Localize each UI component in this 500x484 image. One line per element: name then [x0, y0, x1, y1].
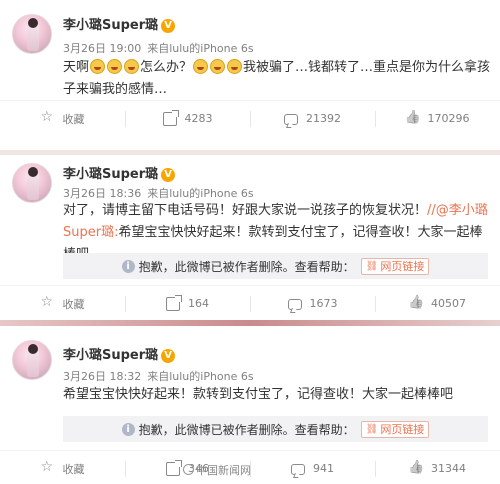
cry-emoji-icon — [90, 59, 106, 74]
comment-button[interactable]: 21392 — [250, 101, 375, 136]
link-icon: ⛓ — [365, 260, 379, 272]
weibo-post-3: 李小璐Super璐 V 3月26日 18:32 来自lulu的iPhone 6s 希… — [0, 326, 500, 484]
user-name[interactable]: 李小璐Super璐 V — [63, 14, 176, 33]
web-link-button[interactable]: ⛓ 网页链接 — [360, 257, 430, 275]
post-meta: 3月26日 18:36 来自lulu的iPhone 6s — [63, 185, 254, 201]
post-text: 希望宝宝快快好起来！款转到支付宝了，记得查收！大家一起棒棒吧 — [63, 387, 454, 402]
verified-badge-icon: V — [161, 168, 176, 182]
like-button[interactable]: 170296 — [375, 101, 500, 136]
cry-emoji-icon — [210, 59, 226, 74]
verified-badge-icon: V — [161, 19, 176, 33]
like-button[interactable]: 31344 — [375, 451, 500, 484]
post-source[interactable]: lulu的iPhone 6s — [169, 42, 253, 55]
user-name[interactable]: 李小璐Super璐 V — [63, 344, 176, 363]
action-bar: 收藏 164 1673 40507 — [0, 285, 500, 321]
post-time[interactable]: 3月26日 18:32 — [63, 370, 141, 383]
post-text: 天啊 怎么办？ 我被骗了…钱都转了…重点是你为什么拿孩子来骗我的感情… — [63, 59, 491, 97]
thumbs-up-icon — [409, 462, 423, 476]
weibo-post-1: 李小璐Super璐 V 3月26日 19:00 来自lulu的iPhone 6s 天… — [0, 0, 500, 150]
source-prefix: 来自 — [147, 187, 170, 200]
like-button[interactable]: 40507 — [375, 286, 500, 321]
watermark: 中国新闻网 — [183, 462, 251, 478]
link-icon: ⛓ — [365, 423, 379, 435]
comment-icon — [284, 114, 298, 125]
thumbs-up-icon — [406, 112, 420, 126]
cry-emoji-icon — [124, 59, 140, 74]
avatar[interactable] — [12, 163, 52, 203]
source-prefix: 来自 — [147, 42, 170, 55]
share-icon — [166, 294, 182, 311]
share-icon — [166, 459, 182, 476]
cry-emoji-icon — [193, 59, 209, 74]
share-button[interactable]: 4283 — [125, 101, 250, 136]
collect-button[interactable]: 收藏 — [0, 451, 125, 484]
post-meta: 3月26日 19:00 来自lulu的iPhone 6s — [63, 40, 254, 56]
web-link-button[interactable]: ⛓ 网页链接 — [360, 420, 430, 438]
share-icon — [162, 109, 179, 126]
action-bar: 收藏 4283 21392 170296 — [0, 100, 500, 136]
post-time[interactable]: 3月26日 18:36 — [63, 187, 141, 200]
comment-button[interactable]: 941 — [250, 451, 375, 484]
cry-emoji-icon — [107, 59, 123, 74]
post-source[interactable]: lulu的iPhone 6s — [169, 370, 253, 383]
user-name[interactable]: 李小璐Super璐 V — [63, 163, 176, 182]
info-icon: i — [121, 422, 135, 436]
source-prefix: 来自 — [147, 370, 170, 383]
comment-icon — [291, 464, 305, 475]
post-meta: 3月26日 18:32 来自lulu的iPhone 6s — [63, 368, 254, 384]
verified-badge-icon: V — [161, 349, 176, 363]
post-time[interactable]: 3月26日 19:00 — [63, 42, 141, 55]
weibo-post-2: 李小璐Super璐 V 3月26日 18:36 来自lulu的iPhone 6s 对… — [0, 155, 500, 320]
comment-icon — [287, 299, 302, 310]
avatar[interactable] — [12, 340, 52, 380]
comment-button[interactable]: 1673 — [250, 286, 375, 321]
star-icon — [41, 109, 55, 126]
info-icon: i — [121, 259, 135, 273]
avatar[interactable] — [12, 14, 52, 54]
star-icon — [41, 459, 55, 476]
news-logo-icon — [183, 464, 194, 475]
thumbs-up-icon — [409, 297, 423, 311]
cry-emoji-icon — [227, 59, 243, 74]
post-source[interactable]: lulu的iPhone 6s — [169, 187, 253, 200]
deleted-notice: i 抱歉，此微博已被作者删除。查看帮助： ⛓ 网页链接 — [63, 416, 488, 442]
share-button[interactable]: 164 — [125, 286, 250, 321]
star-icon — [41, 294, 55, 311]
collect-button[interactable]: 收藏 — [0, 101, 125, 136]
collect-button[interactable]: 收藏 — [0, 286, 125, 321]
deleted-notice: i 抱歉，此微博已被作者删除。查看帮助： ⛓ 网页链接 — [63, 253, 488, 279]
